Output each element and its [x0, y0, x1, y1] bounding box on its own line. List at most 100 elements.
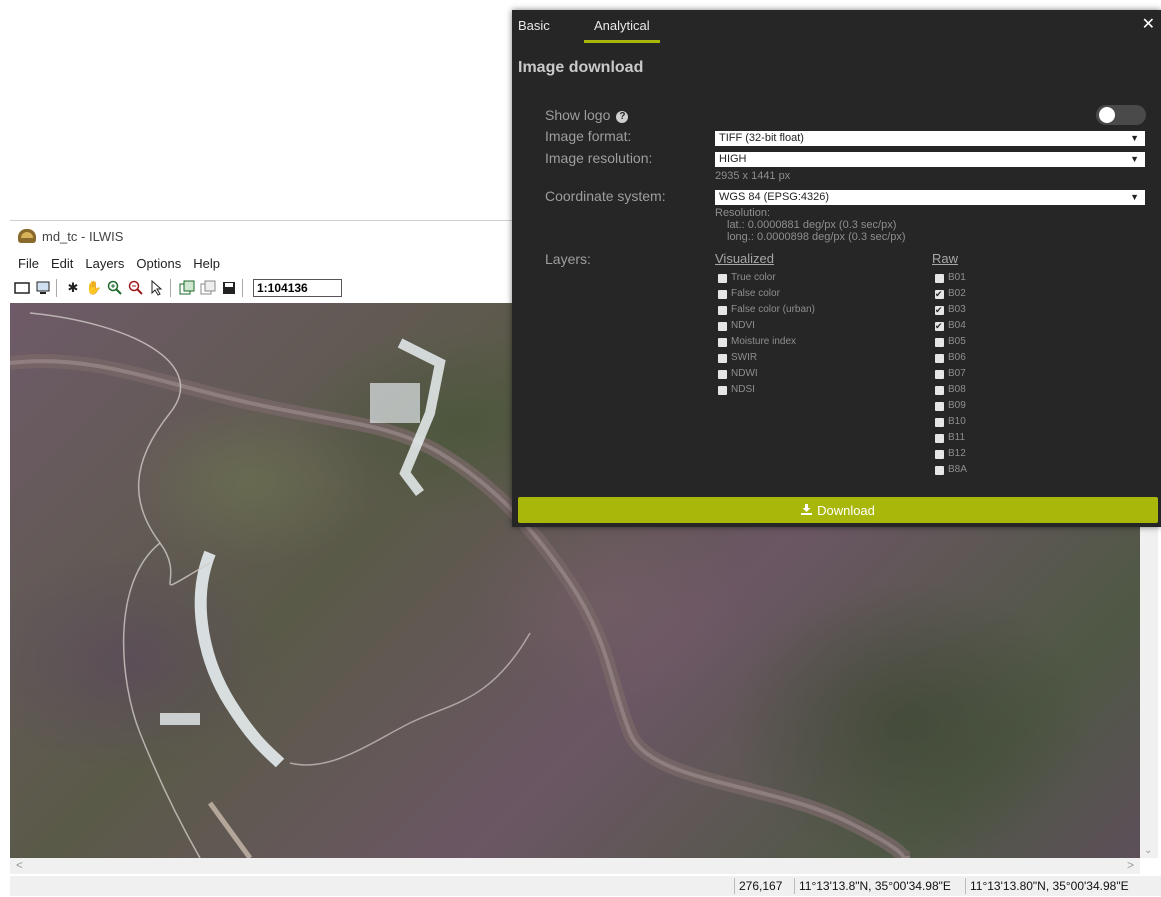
visualized-checkbox-item[interactable]: SWIR — [718, 351, 757, 365]
download-button[interactable]: Download — [518, 497, 1158, 523]
checkbox[interactable] — [718, 289, 727, 299]
raw-checkbox-label: B04 — [948, 320, 966, 331]
toolbar-separator — [170, 279, 171, 297]
toolbar-separator — [242, 279, 243, 297]
raw-checkbox-item[interactable]: B06 — [935, 351, 966, 365]
checkbox[interactable] — [935, 303, 944, 317]
checkbox[interactable] — [935, 401, 944, 411]
raw-checkbox-item[interactable]: B8A — [935, 463, 967, 477]
visualized-checkbox-item[interactable]: NDVI — [718, 319, 755, 333]
checkbox[interactable] — [718, 385, 727, 395]
raw-checkbox-item[interactable]: B01 — [935, 271, 966, 285]
checkbox[interactable] — [935, 273, 944, 283]
visualized-checkbox-item[interactable]: NDWI — [718, 367, 758, 381]
menu-options[interactable]: Options — [136, 256, 181, 271]
add-layer-icon[interactable] — [178, 279, 196, 297]
select-pointer-icon[interactable] — [148, 279, 166, 297]
visualized-checkbox-label: True color — [731, 272, 776, 283]
checkbox[interactable] — [935, 449, 944, 459]
dialog-title: Image download — [518, 59, 644, 76]
visualized-heading: Visualized — [715, 251, 775, 266]
checkbox[interactable] — [718, 369, 727, 379]
raw-checkbox-item[interactable]: B08 — [935, 383, 966, 397]
raw-checkbox-item[interactable]: B11 — [935, 431, 965, 445]
checkbox[interactable] — [935, 433, 944, 443]
checkbox[interactable] — [718, 321, 727, 331]
raw-checkbox-item[interactable]: B10 — [935, 415, 966, 429]
raw-checkbox-item[interactable]: B04 — [935, 319, 966, 333]
checkbox[interactable] — [935, 465, 944, 475]
raw-checkbox-item[interactable]: B09 — [935, 399, 966, 413]
checkbox[interactable] — [935, 417, 944, 427]
scroll-right-icon[interactable]: > — [1127, 858, 1134, 872]
zoom-in-icon[interactable] — [106, 279, 124, 297]
raw-checkbox-item[interactable]: B12 — [935, 447, 966, 461]
checkbox[interactable] — [935, 319, 944, 333]
visualized-checkbox-label: False color (urban) — [731, 304, 815, 315]
visualized-checkbox-item[interactable]: Moisture index — [718, 335, 796, 349]
tab-basic[interactable]: Basic — [518, 18, 550, 33]
menu-help[interactable]: Help — [193, 256, 220, 271]
visualized-checkbox-item[interactable]: NDSI — [718, 383, 755, 397]
show-logo-toggle[interactable] — [1096, 105, 1146, 125]
measure-icon[interactable]: ✱ — [64, 279, 82, 297]
raw-heading: Raw — [932, 251, 959, 266]
menu-file[interactable]: File — [18, 256, 39, 271]
raw-checkbox-label: B8A — [948, 464, 967, 475]
raw-checkbox-item[interactable]: B07 — [935, 367, 966, 381]
visualized-checkbox-item[interactable]: True color — [718, 271, 776, 285]
download-icon — [801, 503, 813, 518]
raw-checkbox-label: B08 — [948, 384, 966, 395]
save-icon[interactable] — [220, 279, 238, 297]
image-size-text: 2935 x 1441 px — [715, 170, 791, 182]
raw-checkbox-item[interactable]: B02 — [935, 287, 966, 301]
checkbox[interactable] — [718, 305, 727, 315]
show-logo-label: Show logo? — [545, 107, 629, 123]
status-coordinate-precise: 11°13'13.80"N, 35°00'34.98"E — [965, 878, 1129, 894]
image-format-value: TIFF (32-bit float) — [719, 132, 804, 144]
toolbar-separator — [56, 279, 57, 297]
checkbox[interactable] — [718, 353, 727, 363]
tab-analytical[interactable]: Analytical — [584, 18, 660, 43]
visualized-checkbox-label: NDWI — [731, 368, 758, 379]
menu-edit[interactable]: Edit — [51, 256, 73, 271]
checkbox[interactable] — [718, 273, 727, 283]
entire-map-icon[interactable] — [13, 279, 31, 297]
visualized-checkbox-item[interactable]: False color (urban) — [718, 303, 815, 317]
scale-input[interactable]: 1:104136 — [253, 279, 342, 297]
raw-checkbox-label: B12 — [948, 448, 966, 459]
checkbox[interactable] — [935, 337, 944, 347]
menu-layers[interactable]: Layers — [85, 256, 124, 271]
raw-checkbox-item[interactable]: B03 — [935, 303, 966, 317]
image-resolution-select[interactable]: HIGH ▼ — [715, 152, 1145, 167]
raw-checkbox-item[interactable]: B05 — [935, 335, 966, 349]
scroll-left-icon[interactable]: < — [16, 858, 23, 872]
coordinate-system-select[interactable]: WGS 84 (EPSG:4326) ▼ — [715, 190, 1145, 205]
checkbox[interactable] — [935, 353, 944, 363]
checkbox[interactable] — [935, 369, 944, 379]
close-icon[interactable]: ✕ — [1142, 14, 1155, 34]
scroll-down-icon[interactable]: ⌄ — [1144, 845, 1152, 856]
status-bar: 276,167 11°13'13.8"N, 35°00'34.98"E 11°1… — [10, 876, 1161, 896]
raw-checkbox-label: B09 — [948, 400, 966, 411]
image-format-select[interactable]: TIFF (32-bit float) ▼ — [715, 131, 1145, 146]
resolution-heading: Resolution: — [715, 207, 771, 219]
resolution-lat: lat.: 0.0000881 deg/px (0.3 sec/px) — [727, 219, 897, 231]
dropdown-caret-icon: ▼ — [1130, 133, 1139, 143]
toggle-knob — [1099, 107, 1115, 123]
screen-icon[interactable] — [34, 279, 52, 297]
remove-layer-icon[interactable] — [199, 279, 217, 297]
zoom-out-icon[interactable] — [127, 279, 145, 297]
image-format-label: Image format: — [545, 128, 632, 144]
checkbox[interactable] — [935, 287, 944, 301]
checkbox[interactable] — [935, 385, 944, 395]
help-icon[interactable]: ? — [616, 111, 629, 123]
toolbar: ✱ ✋ 1:104136 — [10, 277, 510, 299]
horizontal-scrollbar[interactable]: < > — [10, 858, 1140, 874]
visualized-checkbox-item[interactable]: False color — [718, 287, 780, 301]
status-pixel: 276,167 — [734, 878, 782, 894]
pan-hand-icon[interactable]: ✋ — [85, 279, 103, 297]
visualized-checkbox-label: NDVI — [731, 320, 755, 331]
status-coordinate: 11°13'13.8"N, 35°00'34.98"E — [794, 878, 951, 894]
checkbox[interactable] — [718, 337, 727, 347]
